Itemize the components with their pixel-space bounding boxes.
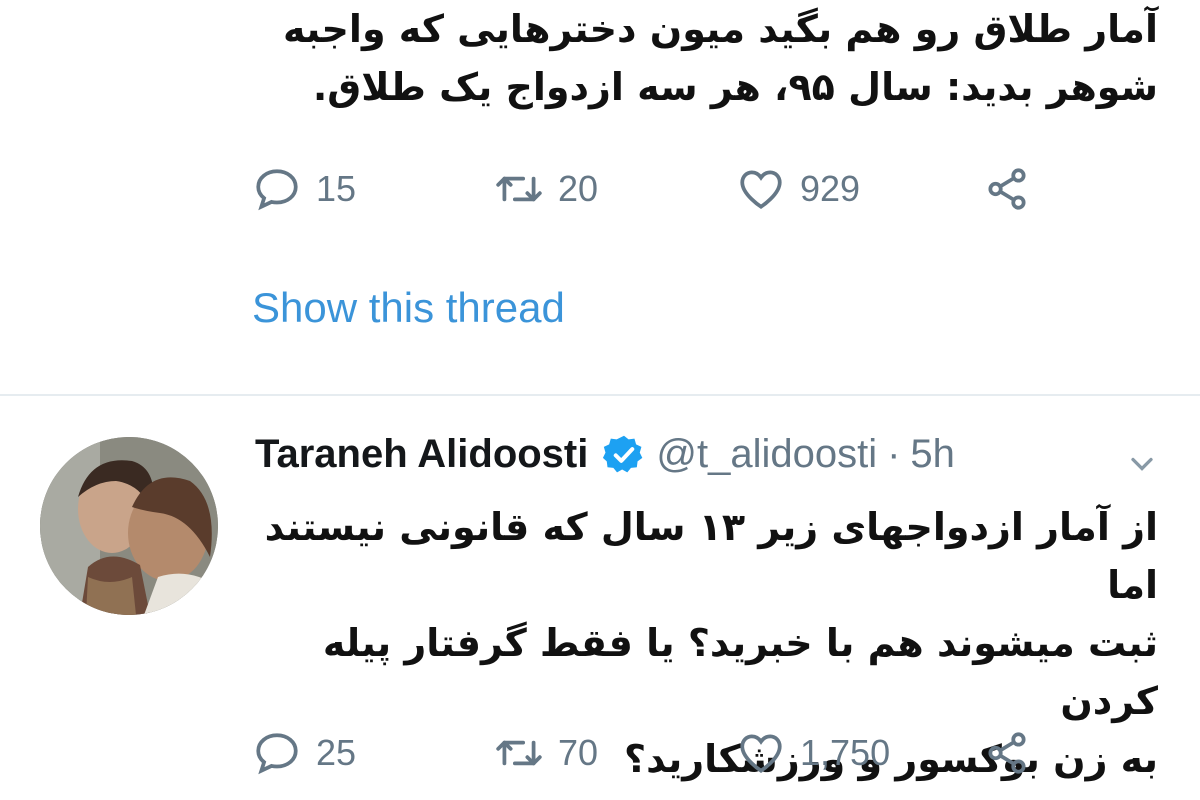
like-icon xyxy=(740,734,782,773)
reply-count: 15 xyxy=(316,168,357,209)
retweet-icon xyxy=(496,176,542,202)
tweet-text: آمار طلاق رو هم بگید میون دخترهایی که وا… xyxy=(282,7,1158,109)
like-count: 929 xyxy=(800,168,861,209)
retweet-icon xyxy=(496,740,542,766)
reply-icon xyxy=(256,733,298,775)
like-count: 1,750 xyxy=(800,732,891,773)
tweet-actions: 15 20 929 xyxy=(252,164,1032,214)
verified-icon xyxy=(603,435,643,472)
tweet-author: Taraneh Alidoosti @t_alidoosti · 5h xyxy=(255,432,955,477)
retweet-button[interactable]: 20 xyxy=(494,164,736,214)
reply-button[interactable]: 15 xyxy=(252,164,494,214)
timestamp[interactable]: 5h xyxy=(910,432,955,477)
tweet-actions: 25 70 1,750 xyxy=(252,728,1032,778)
share-icon xyxy=(988,732,1026,774)
chevron-down-icon[interactable] xyxy=(1124,446,1160,482)
avatar-image xyxy=(40,437,218,615)
author-name[interactable]: Taraneh Alidoosti xyxy=(255,432,588,477)
like-button[interactable]: 1,750 xyxy=(736,728,982,778)
show-thread-link[interactable]: Show this thread xyxy=(252,284,565,332)
reply-icon xyxy=(256,169,298,211)
like-button[interactable]: 929 xyxy=(736,164,982,214)
like-icon xyxy=(740,170,782,209)
reply-count: 25 xyxy=(316,732,357,773)
retweet-count: 70 xyxy=(558,732,599,773)
author-handle[interactable]: @t_alidoosti xyxy=(656,432,877,477)
reply-button[interactable]: 25 xyxy=(252,728,494,778)
divider xyxy=(0,394,1200,396)
separator: · xyxy=(887,432,901,476)
avatar[interactable] xyxy=(40,437,218,615)
share-button[interactable] xyxy=(982,164,1032,214)
retweet-button[interactable]: 70 xyxy=(494,728,736,778)
retweet-count: 20 xyxy=(558,168,599,209)
share-icon xyxy=(988,168,1026,210)
share-button[interactable] xyxy=(982,728,1032,778)
